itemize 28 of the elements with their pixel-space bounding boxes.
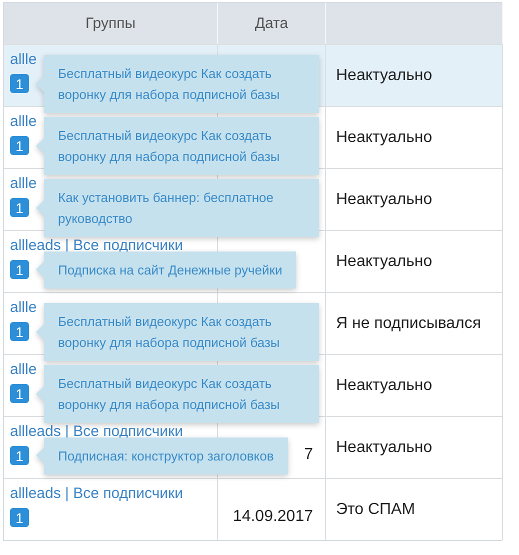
status-cell: Неактуально — [326, 168, 503, 230]
group-link[interactable]: allle — [10, 113, 37, 130]
group-link[interactable]: allle — [10, 175, 37, 192]
status-cell: Неактуально — [326, 230, 503, 292]
group-link[interactable]: allleads | Все подписчики — [10, 485, 183, 502]
group-link[interactable]: allle — [10, 299, 37, 316]
group-link[interactable]: allle — [10, 51, 37, 68]
status-cell: Я не подписывался — [326, 292, 503, 354]
count-badge: 1 — [10, 322, 29, 341]
tooltip: Подписка на сайт Денежные ручейки — [36, 251, 296, 288]
count-badge: 1 — [10, 384, 29, 403]
status-cell: Неактуально — [326, 416, 503, 478]
group-link[interactable]: allle — [10, 361, 37, 378]
tooltip: Подписная: конструктор заголовков — [36, 437, 288, 474]
tooltip: Как установить баннер: бесплатное руководство — [36, 178, 319, 236]
status-cell: Неактуально — [326, 106, 503, 168]
status-cell: Неактуально — [326, 354, 503, 416]
column-header[interactable]: Группы — [4, 3, 218, 44]
count-badge: 1 — [10, 198, 29, 217]
count-badge: 1 — [10, 136, 29, 155]
count-badge: 1 — [10, 74, 29, 93]
count-badge: 1 — [10, 508, 29, 527]
date-cell: 14.09.2017 — [218, 478, 326, 540]
column-header[interactable]: Дата — [218, 3, 326, 44]
count-badge: 1 — [10, 446, 29, 465]
status-cell: Это СПАМ — [326, 478, 503, 540]
status-cell: Неактуально — [326, 44, 503, 106]
count-badge: 1 — [10, 260, 29, 279]
